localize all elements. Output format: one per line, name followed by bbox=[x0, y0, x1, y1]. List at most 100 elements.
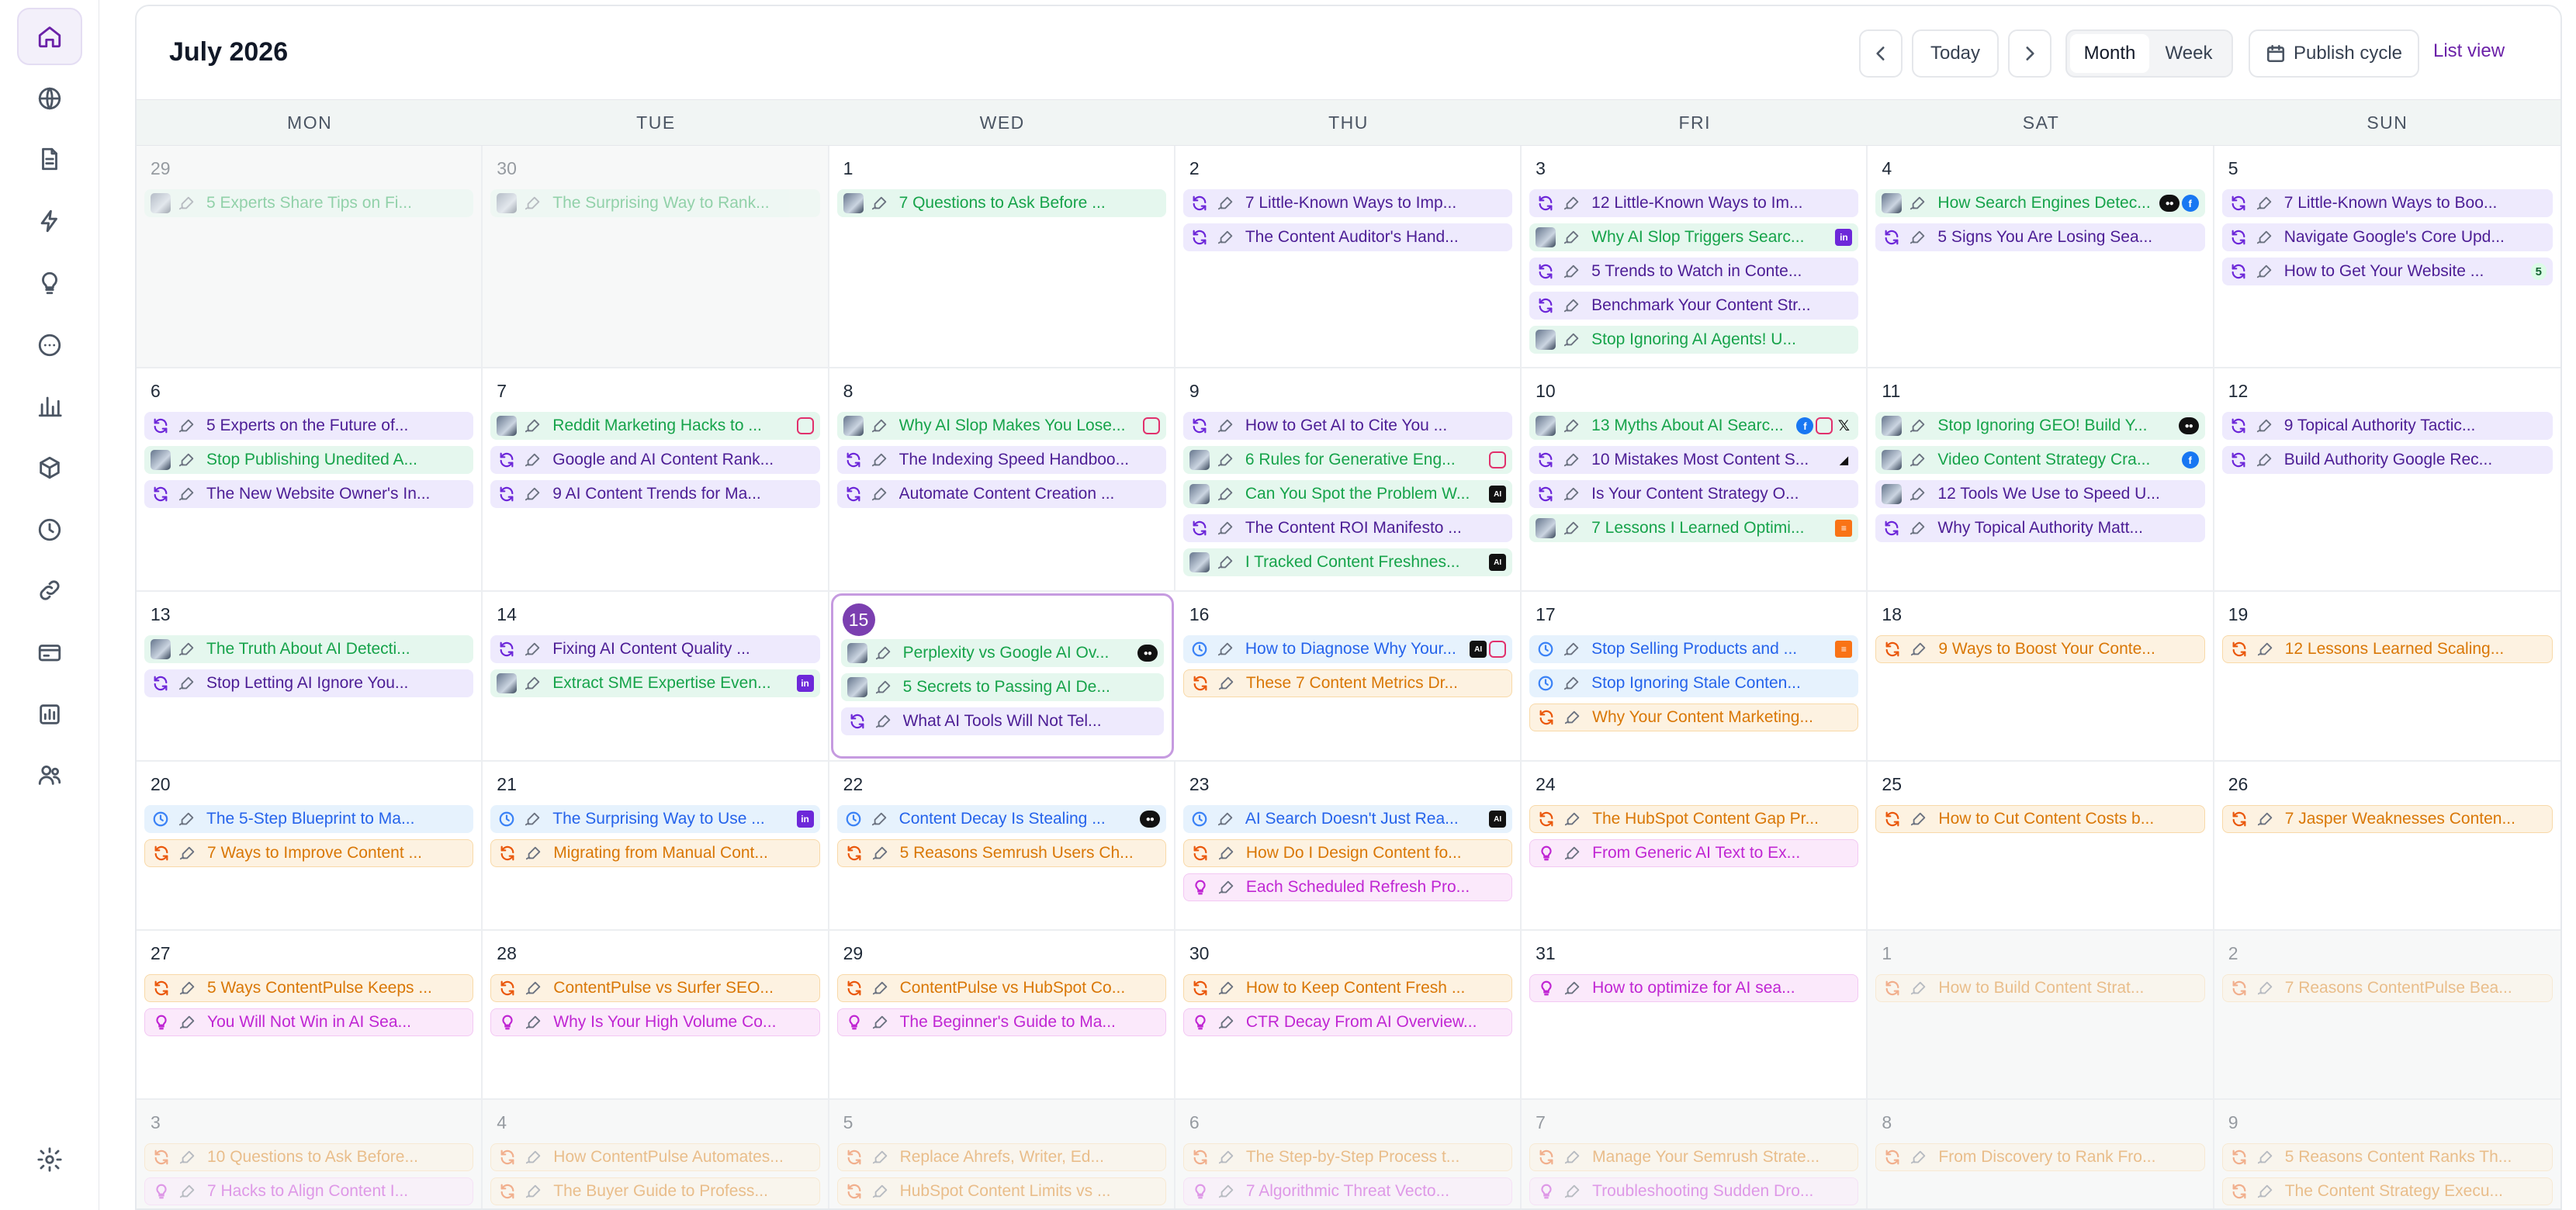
calendar-event[interactable]: 7 Algorithmic Threat Vecto... bbox=[1182, 1177, 1513, 1205]
calendar-event[interactable]: ContentPulse vs HubSpot Co... bbox=[836, 974, 1166, 1002]
sidebar-item-credit-card[interactable] bbox=[17, 624, 82, 681]
calendar-event[interactable]: 5 Ways ContentPulse Keeps ... bbox=[144, 974, 474, 1002]
day-cell[interactable]: 9 5 Reasons Content Ranks Th... The Conten… bbox=[2214, 1100, 2560, 1208]
calendar-event[interactable]: 12 Tools We Use to Speed U... bbox=[1875, 480, 2205, 508]
calendar-event[interactable]: 5 Secrets to Passing AI De... bbox=[840, 673, 1164, 701]
calendar-event[interactable]: How to Get Your Website ... 5 bbox=[2221, 258, 2553, 285]
day-cell[interactable]: 6 The Step-by-Step Process t... 7 Algorith… bbox=[1175, 1100, 1522, 1208]
day-cell[interactable]: 8 Why AI Slop Makes You Lose... The Indexi… bbox=[829, 368, 1175, 590]
settings-button[interactable] bbox=[17, 1131, 82, 1188]
day-cell[interactable]: 20 The 5-Step Blueprint to Ma... 7 Ways to… bbox=[137, 762, 483, 929]
calendar-event[interactable]: Replace Ahrefs, Writer, Ed... bbox=[836, 1143, 1166, 1171]
calendar-event[interactable]: Automate Content Creation ... bbox=[836, 480, 1166, 508]
day-cell[interactable]: 7 Manage Your Semrush Strate... Troublesho… bbox=[1522, 1100, 1868, 1208]
sidebar-item-document[interactable] bbox=[17, 130, 82, 188]
calendar-event[interactable]: Troubleshooting Sudden Dro... bbox=[1529, 1177, 1859, 1205]
calendar-event[interactable]: From Discovery to Rank Fro... bbox=[1875, 1143, 2205, 1171]
calendar-event[interactable]: Fixing AI Content Quality ... bbox=[490, 635, 820, 663]
day-cell[interactable]: 1 7 Questions to Ask Before ... bbox=[829, 146, 1175, 367]
calendar-event[interactable]: The Surprising Way to Use ... in bbox=[490, 805, 820, 833]
calendar-event[interactable]: Can You Spot the Problem W... AI bbox=[1182, 480, 1513, 508]
calendar-event[interactable]: The Surprising Way to Rank... bbox=[490, 189, 820, 217]
day-cell[interactable]: 8 From Discovery to Rank Fro... bbox=[1868, 1100, 2214, 1208]
calendar-event[interactable]: How to Get AI to Cite You ... bbox=[1182, 412, 1513, 440]
calendar-event[interactable]: 7 Hacks to Align Content I... bbox=[144, 1177, 474, 1205]
calendar-event[interactable]: Video Content Strategy Cra... f bbox=[1875, 446, 2205, 474]
calendar-event[interactable]: Stop Selling Products and ... ≡ bbox=[1529, 635, 1859, 663]
sidebar-item-home[interactable] bbox=[17, 8, 82, 65]
day-cell[interactable]: 13 The Truth About AI Detecti... Stop Lett… bbox=[137, 592, 483, 760]
day-cell[interactable]: 23 AI Search Doesn't Just Rea... AI How Do … bbox=[1175, 762, 1522, 929]
calendar-event[interactable]: 6 Rules for Generative Eng... bbox=[1182, 446, 1513, 474]
day-cell-today[interactable]: 15 Perplexity vs Google AI Ov... ●● 5 Secre… bbox=[830, 593, 1174, 759]
calendar-event[interactable]: Navigate Google's Core Upd... bbox=[2221, 223, 2553, 251]
calendar-event[interactable]: The Content Strategy Execu... bbox=[2221, 1177, 2553, 1205]
calendar-event[interactable]: HubSpot Content Limits vs ... bbox=[836, 1177, 1166, 1205]
day-cell[interactable]: 16 How to Diagnose Why Your... AI These 7 C… bbox=[1175, 592, 1522, 760]
calendar-event[interactable]: 9 Topical Authority Tactic... bbox=[2221, 412, 2553, 440]
calendar-event[interactable]: Why Is Your High Volume Co... bbox=[490, 1008, 820, 1036]
calendar-event[interactable]: 9 Ways to Boost Your Conte... bbox=[1875, 635, 2205, 663]
day-cell[interactable]: 25 How to Cut Content Costs b... bbox=[1868, 762, 2214, 929]
calendar-event[interactable]: The 5-Step Blueprint to Ma... bbox=[144, 805, 474, 833]
sidebar-item-lightning[interactable] bbox=[17, 192, 82, 250]
month-view-button[interactable]: Month bbox=[2070, 34, 2149, 73]
calendar-event[interactable]: Benchmark Your Content Str... bbox=[1529, 292, 1859, 320]
calendar-event[interactable]: What AI Tools Will Not Tel... bbox=[840, 707, 1164, 735]
calendar-event[interactable]: The Content ROI Manifesto ... bbox=[1182, 514, 1513, 542]
calendar-event[interactable]: How Do I Design Content fo... bbox=[1182, 839, 1513, 867]
calendar-event[interactable]: Why AI Slop Triggers Searc... in bbox=[1529, 223, 1859, 251]
day-cell[interactable]: 11 Stop Ignoring GEO! Build Y... ●● Video C… bbox=[1868, 368, 2214, 590]
calendar-event[interactable]: 7 Reasons ContentPulse Bea... bbox=[2221, 974, 2553, 1002]
calendar-event[interactable]: Build Authority Google Rec... bbox=[2221, 446, 2553, 474]
calendar-event[interactable]: 5 Experts Share Tips on Fi... bbox=[144, 189, 474, 217]
day-cell[interactable]: 6 5 Experts on the Future of... Stop Publi… bbox=[137, 368, 483, 590]
sidebar-item-more-circle[interactable] bbox=[17, 316, 82, 374]
calendar-event[interactable]: Reddit Marketing Hacks to ... bbox=[490, 412, 820, 440]
calendar-event[interactable]: The Buyer Guide to Profess... bbox=[490, 1177, 820, 1205]
publish-cycle-button[interactable]: Publish cycle bbox=[2249, 29, 2419, 78]
calendar-event[interactable]: 10 Mistakes Most Content S... ◢ bbox=[1529, 446, 1859, 474]
calendar-event[interactable]: 5 Signs You Are Losing Sea... bbox=[1875, 223, 2205, 251]
calendar-event[interactable]: Each Scheduled Refresh Pro... bbox=[1182, 873, 1513, 901]
calendar-event[interactable]: Content Decay Is Stealing ... ●● bbox=[836, 805, 1166, 833]
day-cell[interactable]: 4 How ContentPulse Automates... The Buyer … bbox=[483, 1100, 829, 1208]
calendar-event[interactable]: The Content Auditor's Hand... bbox=[1182, 223, 1513, 251]
calendar-event[interactable]: 12 Little-Known Ways to Im... bbox=[1529, 189, 1859, 217]
sidebar-item-cube[interactable] bbox=[17, 439, 82, 496]
calendar-event[interactable]: 7 Lessons I Learned Optimi... ≡ bbox=[1529, 514, 1859, 542]
calendar-event[interactable]: How to Build Content Strat... bbox=[1875, 974, 2205, 1002]
calendar-event[interactable]: Stop Letting AI Ignore You... bbox=[144, 669, 474, 697]
sidebar-item-clock[interactable] bbox=[17, 501, 82, 558]
day-cell[interactable]: 22 Content Decay Is Stealing ... ●● 5 Reaso… bbox=[829, 762, 1175, 929]
prev-month-button[interactable] bbox=[1859, 29, 1903, 78]
calendar-event[interactable]: Why AI Slop Makes You Lose... bbox=[836, 412, 1166, 440]
calendar-event[interactable]: The New Website Owner's In... bbox=[144, 480, 474, 508]
day-cell[interactable]: 30 How to Keep Content Fresh ... CTR Decay… bbox=[1175, 931, 1522, 1098]
today-button[interactable]: Today bbox=[1912, 29, 1999, 78]
calendar-event[interactable]: 10 Questions to Ask Before... bbox=[144, 1143, 474, 1171]
calendar-event[interactable]: 5 Experts on the Future of... bbox=[144, 412, 474, 440]
day-cell[interactable]: 12 9 Topical Authority Tactic... Build Aut… bbox=[2214, 368, 2560, 590]
calendar-event[interactable]: I Tracked Content Freshnes... AI bbox=[1182, 548, 1513, 576]
calendar-event[interactable]: Stop Ignoring Stale Conten... bbox=[1529, 669, 1859, 697]
day-cell[interactable]: 2 7 Reasons ContentPulse Bea... bbox=[2214, 931, 2560, 1098]
calendar-event[interactable]: Migrating from Manual Cont... bbox=[490, 839, 820, 867]
calendar-event[interactable]: The Beginner's Guide to Ma... bbox=[836, 1008, 1166, 1036]
day-cell[interactable]: 1 How to Build Content Strat... bbox=[1868, 931, 2214, 1098]
day-cell[interactable]: 28 ContentPulse vs Surfer SEO... Why Is Yo… bbox=[483, 931, 829, 1098]
calendar-event[interactable]: 7 Little-Known Ways to Boo... bbox=[2221, 189, 2553, 217]
day-cell[interactable]: 3 10 Questions to Ask Before... 7 Hacks to… bbox=[137, 1100, 483, 1208]
calendar-event[interactable]: The Step-by-Step Process t... bbox=[1182, 1143, 1513, 1171]
day-cell[interactable]: 24 The HubSpot Content Gap Pr... From Gene… bbox=[1522, 762, 1868, 929]
sidebar-item-analytics[interactable] bbox=[17, 686, 82, 743]
next-month-button[interactable] bbox=[2008, 29, 2051, 78]
calendar-event[interactable]: How to Keep Content Fresh ... bbox=[1182, 974, 1513, 1002]
day-cell[interactable]: 30 The Surprising Way to Rank... bbox=[483, 146, 829, 367]
calendar-event[interactable]: 7 Questions to Ask Before ... bbox=[836, 189, 1166, 217]
calendar-event[interactable]: You Will Not Win in AI Sea... bbox=[144, 1008, 474, 1036]
day-cell[interactable]: 27 5 Ways ContentPulse Keeps ... You Will … bbox=[137, 931, 483, 1098]
day-cell[interactable]: 18 9 Ways to Boost Your Conte... bbox=[1868, 592, 2214, 760]
day-cell[interactable]: 31 How to optimize for AI sea... bbox=[1522, 931, 1868, 1098]
calendar-event[interactable]: Google and AI Content Rank... bbox=[490, 446, 820, 474]
